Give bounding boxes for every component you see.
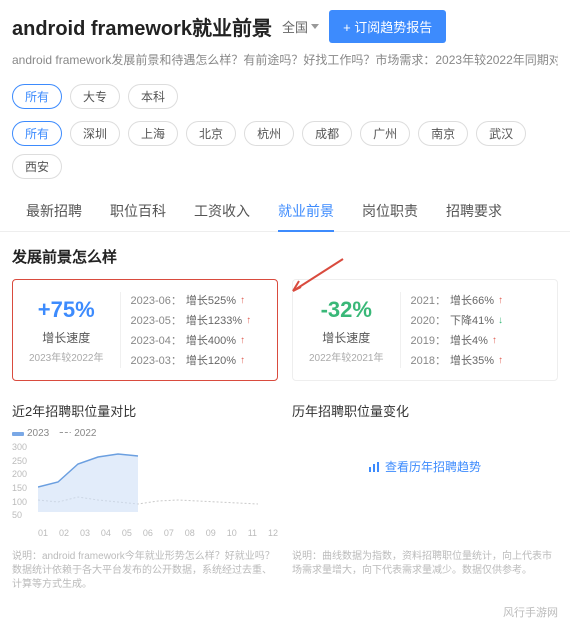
growth-value: +75% <box>29 297 104 323</box>
growth-period: 2023年较2022年 <box>29 349 104 364</box>
comparison-chart: 2023 2022 30025020015010050 010203040506… <box>12 428 278 538</box>
legend-swatch-icon <box>59 432 71 436</box>
filter-city-chengdu[interactable]: 成都 <box>302 121 352 146</box>
main-tabs: 最新招聘 职位百科 工资收入 就业前景 岗位职责 招聘要求 <box>0 191 570 232</box>
region-selector[interactable]: 全国 <box>282 17 319 36</box>
growth-card-current: +75% 增长速度 2023年较2022年 2023-06：增长525%↑ 20… <box>12 279 278 381</box>
chart-title-right: 历年招聘职位量变化 <box>292 401 558 420</box>
filter-city-hangzhou[interactable]: 杭州 <box>244 121 294 146</box>
up-arrow-icon: ↑ <box>498 355 503 366</box>
up-arrow-icon: ↑ <box>498 295 503 306</box>
growth-label: 增长速度 <box>29 329 104 346</box>
chart-note-left: 说明：android framework今年就业形势怎么样？好就业吗？数据统计依… <box>12 550 278 592</box>
tab-salary[interactable]: 工资收入 <box>180 191 264 231</box>
tab-requirements[interactable]: 招聘要求 <box>432 191 516 231</box>
tab-latest-jobs[interactable]: 最新招聘 <box>12 191 96 231</box>
growth-label: 增长速度 <box>309 329 384 346</box>
yearly-stats: 2021：增长66%↑ 2020：下降41%↓ 2019：增长4%↑ 2018：… <box>400 292 548 368</box>
growth-card-previous: -32% 增长速度 2022年较2021年 2021：增长66%↑ 2020：下… <box>292 279 558 381</box>
y-axis: 30025020015010050 <box>12 442 36 520</box>
filter-city-guangzhou[interactable]: 广州 <box>360 121 410 146</box>
page-description: android framework发展前景和待遇怎么样？有前途吗？好找工作吗？市… <box>12 51 558 70</box>
filter-city-beijing[interactable]: 北京 <box>186 121 236 146</box>
chart-note-right: 说明：曲线数据为指数，资料招聘职位量统计，向上代表市场需求量增大，向下代表需求量… <box>292 550 558 592</box>
education-filter-row: 所有 大专 本科 <box>0 78 570 115</box>
stat-row: 2018：增长35%↑ <box>411 352 548 368</box>
page-title: android framework就业前景 <box>12 12 272 41</box>
city-filter-row: 所有 深圳 上海 北京 杭州 成都 广州 南京 武汉 西安 <box>0 115 570 185</box>
up-arrow-icon: ↑ <box>246 315 251 326</box>
tab-prospects[interactable]: 就业前景 <box>264 191 348 231</box>
bar-chart-icon <box>369 462 381 472</box>
up-arrow-icon: ↑ <box>240 295 245 306</box>
chart-legend: 2023 2022 <box>12 428 278 439</box>
stat-row: 2023-04：增长400%↑ <box>131 332 268 348</box>
footer-watermark: 风行手游网 <box>0 602 570 628</box>
filter-city-shanghai[interactable]: 上海 <box>128 121 178 146</box>
filter-city-all[interactable]: 所有 <box>12 121 62 146</box>
legend-item: 2023 <box>12 428 49 439</box>
stat-row: 2021：增长66%↑ <box>411 292 548 308</box>
up-arrow-icon: ↑ <box>240 355 245 366</box>
stat-row: 2023-05：增长1233%↑ <box>131 312 268 328</box>
stat-row: 2023-03：增长120%↑ <box>131 352 268 368</box>
growth-value: -32% <box>309 297 384 323</box>
x-axis: 010203040506070809101112 <box>38 528 278 538</box>
chevron-down-icon <box>311 24 319 29</box>
view-history-link[interactable]: 查看历年招聘趋势 <box>369 458 481 475</box>
up-arrow-icon: ↑ <box>240 335 245 346</box>
legend-swatch-icon <box>12 432 24 436</box>
chart-title-left: 近2年招聘职位量对比 <box>12 401 278 420</box>
filter-edu-bachelor[interactable]: 本科 <box>128 84 178 109</box>
stat-row: 2023-06：增长525%↑ <box>131 292 268 308</box>
down-arrow-icon: ↓ <box>498 315 503 326</box>
filter-edu-all[interactable]: 所有 <box>12 84 62 109</box>
filter-edu-college[interactable]: 大专 <box>70 84 120 109</box>
historical-chart-placeholder: 查看历年招聘趋势 <box>292 428 558 538</box>
stat-row: 2020：下降41%↓ <box>411 312 548 328</box>
growth-period: 2022年较2021年 <box>309 349 384 364</box>
region-label: 全国 <box>282 17 308 36</box>
subscribe-button[interactable]: + 订阅趋势报告 <box>329 10 446 43</box>
monthly-stats: 2023-06：增长525%↑ 2023-05：增长1233%↑ 2023-04… <box>120 292 268 368</box>
filter-city-wuhan[interactable]: 武汉 <box>476 121 526 146</box>
tab-wiki[interactable]: 职位百科 <box>96 191 180 231</box>
filter-city-xian[interactable]: 西安 <box>12 154 62 179</box>
up-arrow-icon: ↑ <box>492 335 497 346</box>
filter-city-nanjing[interactable]: 南京 <box>418 121 468 146</box>
filter-city-shenzhen[interactable]: 深圳 <box>70 121 120 146</box>
stat-row: 2019：增长4%↑ <box>411 332 548 348</box>
section-title: 发展前景怎么样 <box>12 246 558 267</box>
line-plot <box>38 442 278 512</box>
tab-duties[interactable]: 岗位职责 <box>348 191 432 231</box>
legend-item: 2022 <box>59 428 96 439</box>
